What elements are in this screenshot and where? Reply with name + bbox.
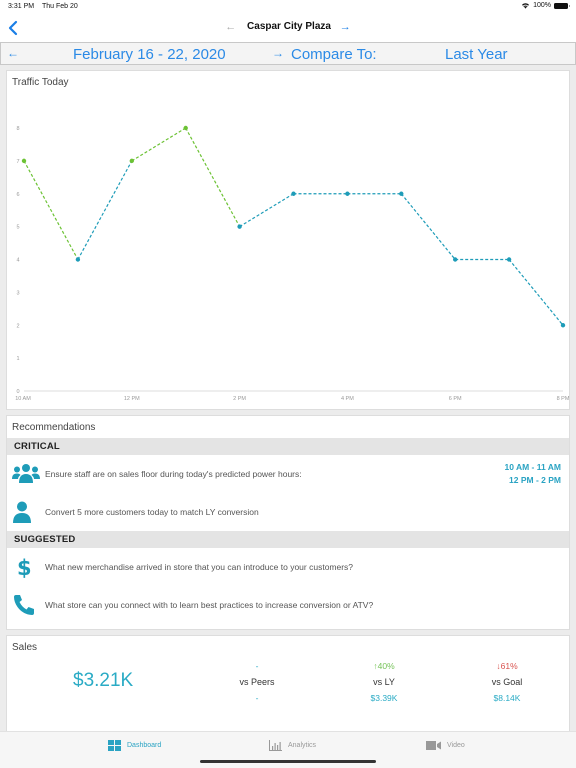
status-date: Thu Feb 20 xyxy=(42,3,78,10)
metric-vs-peers: - vs Peers - xyxy=(207,658,307,706)
line-segment xyxy=(23,160,79,260)
sales-value: $3.21K xyxy=(73,670,134,691)
sales-title: Sales xyxy=(12,642,38,653)
wifi-icon xyxy=(522,3,530,9)
store-name: Caspar City Plaza xyxy=(247,21,331,32)
rec-item-merchandise: $ What new merchandise arrived in store … xyxy=(7,548,569,586)
rec-text: Convert 5 more customers today to match … xyxy=(45,507,259,517)
y-tick-label: 4 xyxy=(16,258,19,264)
metric-label: vs Goal xyxy=(491,677,523,687)
data-point xyxy=(345,191,350,196)
power-hour-range: 10 AM - 11 AM xyxy=(504,462,561,472)
battery-percent: 100% xyxy=(533,2,551,9)
tab-label: Dashboard xyxy=(127,742,162,749)
battery-icon xyxy=(554,2,570,9)
recommendations-card: Recommendations CRITICAL Ensure staff ar… xyxy=(6,415,570,630)
rec-text: What store can you connect with to learn… xyxy=(45,600,374,610)
line-segment xyxy=(77,160,133,260)
rec-text: What new merchandise arrived in store th… xyxy=(45,562,354,572)
rec-text: Ensure staff are on sales floor during t… xyxy=(45,469,302,479)
next-store-arrow-icon[interactable]: → xyxy=(340,21,351,33)
rec-item-conversion: Convert 5 more customers today to match … xyxy=(7,493,569,531)
traffic-chart: 0 1 2 3 4 5 6 7 8 10 AM 12 PM 2 PM 4 PM 6 PM 8 PM xyxy=(15,125,570,402)
date-range-bar: ← February 16 - 22, 2020 → Compare To: L… xyxy=(0,42,576,65)
tab-analytics[interactable]: Analytics xyxy=(269,740,316,751)
sales-card: Sales $3.21K - vs Peers - ↑40% vs LY $3.… xyxy=(6,635,570,745)
metric-value: - xyxy=(255,693,259,703)
status-time: 3:31 PM xyxy=(8,3,35,10)
metric-vs-goal: ↓61% vs Goal $8.14K xyxy=(457,658,557,706)
previous-week-arrow-icon[interactable]: ← xyxy=(7,46,19,60)
tab-dashboard[interactable]: Dashboard xyxy=(108,740,161,751)
rec-item-power-hours: Ensure staff are on sales floor during t… xyxy=(7,455,569,493)
data-point xyxy=(21,158,27,164)
data-point xyxy=(75,257,81,262)
data-point xyxy=(291,191,296,196)
dollar-icon: $ xyxy=(17,556,32,578)
x-tick-label: 6 PM xyxy=(449,396,462,402)
line-segment xyxy=(131,127,187,162)
date-range[interactable]: February 16 - 22, 2020 xyxy=(73,46,226,63)
metric-value: $8.14K xyxy=(493,693,521,703)
y-tick-label: 0 xyxy=(16,389,19,395)
data-point xyxy=(560,323,566,328)
line-segment xyxy=(239,193,294,228)
compare-to-label: Compare To: xyxy=(291,46,377,63)
traffic-today-card: Traffic Today 0 1 2 3 4 5 6 7 8 10 AM 12 PM 2 PM 4 P… xyxy=(6,70,570,410)
svg-text:$: $ xyxy=(17,556,32,578)
rec-item-connect-store: What store can you connect with to learn… xyxy=(7,586,569,624)
x-tick-label: 10 AM xyxy=(15,396,31,402)
data-point xyxy=(129,158,134,164)
tab-label: Video xyxy=(447,742,465,749)
phone-icon xyxy=(14,595,34,615)
previous-store-arrow-icon[interactable]: ← xyxy=(225,21,236,33)
data-point xyxy=(453,257,458,262)
user-icon xyxy=(13,501,31,523)
y-tick-label: 5 xyxy=(16,225,19,231)
y-tick-label: 8 xyxy=(16,126,19,132)
bar-chart-icon xyxy=(269,740,282,751)
next-week-arrow-icon[interactable]: → xyxy=(272,46,284,60)
line-segment xyxy=(185,127,241,227)
power-hours-list: 10 AM - 11 AM 12 PM - 2 PM xyxy=(504,461,561,487)
metric-change: ↓61% xyxy=(496,661,518,671)
data-point xyxy=(399,191,404,196)
tab-bar: Dashboard Analytics Video xyxy=(0,731,576,768)
metric-label: vs Peers xyxy=(239,677,275,687)
y-tick-label: 6 xyxy=(16,192,19,198)
compare-to-selector[interactable]: Last Year xyxy=(445,46,508,63)
data-point xyxy=(237,224,242,229)
users-group-icon xyxy=(12,464,40,483)
y-tick-label: 1 xyxy=(16,356,19,362)
dashboard-grid-icon xyxy=(108,740,121,751)
metric-label: vs LY xyxy=(373,677,395,687)
power-hour-range: 12 PM - 2 PM xyxy=(509,475,561,485)
y-tick-label: 7 xyxy=(16,159,19,165)
metric-vs-ly: ↑40% vs LY $3.39K xyxy=(334,658,434,706)
x-tick-label: 12 PM xyxy=(124,396,140,402)
metric-change: ↑40% xyxy=(373,661,395,671)
line-segment xyxy=(508,259,564,326)
x-tick-label: 2 PM xyxy=(233,396,246,402)
tab-video[interactable]: Video xyxy=(426,740,465,751)
metric-value: $3.39K xyxy=(370,693,398,703)
data-point xyxy=(183,125,188,131)
recommendations-title: Recommendations xyxy=(12,422,96,433)
video-camera-icon xyxy=(426,741,441,750)
suggested-section-header: SUGGESTED xyxy=(7,531,569,548)
metric-change: - xyxy=(255,661,259,671)
tab-label: Analytics xyxy=(288,742,317,749)
data-point xyxy=(506,257,512,262)
line-segment xyxy=(400,193,456,260)
critical-section-header: CRITICAL xyxy=(7,438,569,455)
nav-bar: ← Caspar City Plaza → xyxy=(0,14,576,42)
status-right: 100% xyxy=(521,2,570,9)
store-selector: ← Caspar City Plaza → xyxy=(0,21,576,33)
home-indicator xyxy=(200,760,376,763)
x-tick-label: 4 PM xyxy=(341,396,354,402)
y-tick-label: 2 xyxy=(16,323,19,329)
x-tick-label: 8 PM xyxy=(557,396,570,402)
y-tick-label: 3 xyxy=(16,290,19,296)
status-bar: 3:31 PM Thu Feb 20 100% xyxy=(0,0,576,14)
